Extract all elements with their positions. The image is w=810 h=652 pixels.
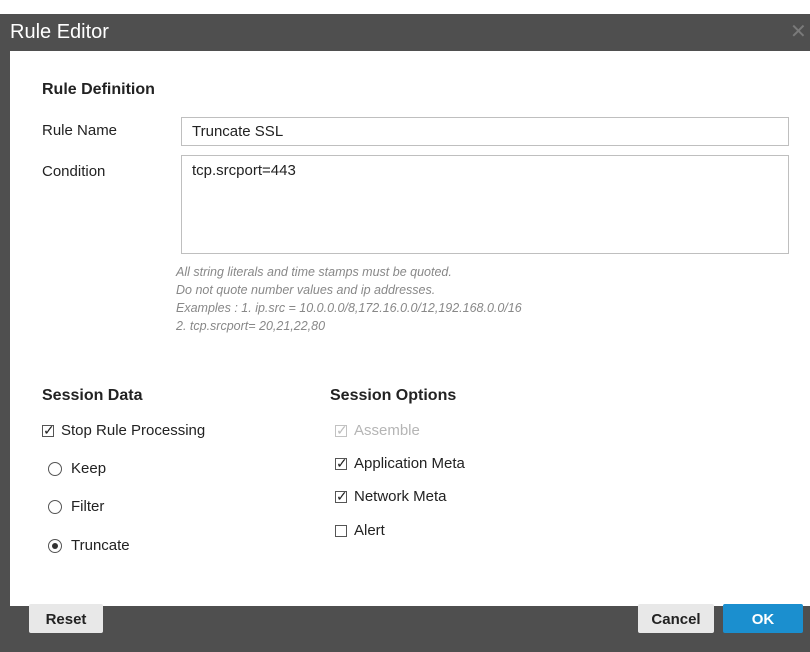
rule-definition-heading: Rule Definition [42, 81, 155, 98]
condition-hint: All string literals and time stamps must… [176, 263, 522, 335]
checkbox-checked-icon[interactable] [42, 421, 55, 439]
assemble-checkbox: Assemble [335, 421, 420, 440]
hint-line: All string literals and time stamps must… [176, 265, 452, 279]
dialog-title: Rule Editor [10, 21, 109, 43]
checkbox-checked-icon[interactable] [335, 487, 348, 505]
cancel-button[interactable]: Cancel [638, 604, 714, 633]
network-meta-label: Network Meta [354, 488, 447, 505]
radio-keep-label: Keep [71, 460, 107, 477]
application-meta-label: Application Meta [354, 455, 465, 472]
radio-selected-icon[interactable] [48, 539, 62, 553]
close-icon[interactable]: ✕ [790, 21, 810, 43]
hint-line: Examples : 1. ip.src = 10.0.0.0/8,172.16… [176, 301, 522, 315]
radio-unselected-icon[interactable] [48, 462, 62, 476]
radio-filter[interactable]: Filter [48, 498, 104, 516]
reset-button[interactable]: Reset [29, 604, 103, 633]
session-options-heading: Session Options [330, 387, 457, 404]
top-strip [0, 0, 810, 14]
stop-rule-processing-label: Stop Rule Processing [61, 422, 206, 439]
session-data-heading: Session Data [42, 387, 143, 404]
radio-truncate-label: Truncate [71, 537, 130, 554]
hint-line: 2. tcp.srcport= 20,21,22,80 [176, 319, 326, 333]
hint-line: Do not quote number values and ip addres… [176, 283, 436, 297]
stop-rule-processing-checkbox[interactable]: Stop Rule Processing [42, 421, 206, 440]
dialog-titlebar: Rule Editor ✕ [0, 14, 810, 51]
radio-keep[interactable]: Keep [48, 460, 106, 478]
checkbox-unchecked-icon[interactable] [335, 525, 347, 537]
ok-button[interactable]: OK [723, 604, 803, 633]
radio-unselected-icon[interactable] [48, 500, 62, 514]
checkbox-disabled-icon [335, 421, 348, 439]
application-meta-checkbox[interactable]: Application Meta [335, 454, 465, 473]
rule-name-label: Rule Name [42, 122, 118, 139]
checkbox-checked-icon[interactable] [335, 454, 348, 472]
radio-filter-label: Filter [71, 498, 105, 515]
condition-label: Condition [42, 163, 106, 180]
dialog-frame-left [0, 51, 10, 606]
alert-checkbox[interactable]: Alert [335, 522, 385, 540]
assemble-label: Assemble [354, 422, 420, 439]
radio-truncate[interactable]: Truncate [48, 537, 130, 555]
alert-label: Alert [354, 522, 385, 539]
network-meta-checkbox[interactable]: Network Meta [335, 487, 447, 506]
condition-textarea[interactable]: tcp.srcport=443 [181, 155, 789, 254]
rule-name-input[interactable] [181, 117, 789, 146]
